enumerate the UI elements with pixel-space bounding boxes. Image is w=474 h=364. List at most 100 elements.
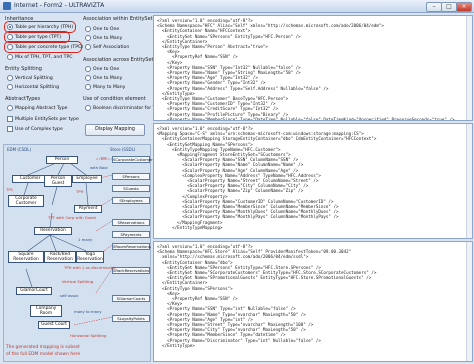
minimize-icon[interactable]: – bbox=[426, 2, 442, 12]
multiple-entitysets-checkbox[interactable]: Multiple EntitySets per type bbox=[7, 116, 79, 122]
multiple-entitysets-check[interactable] bbox=[7, 116, 13, 122]
option-horizontal-splitting-label: Horizontal Splitting bbox=[15, 84, 60, 90]
note-tpt: TPT bbox=[100, 156, 107, 161]
maximize-icon[interactable]: □ bbox=[441, 2, 457, 12]
option-assoc-one-to-one-label: One to One bbox=[93, 26, 120, 32]
csdl-xml-pane[interactable]: <?xml version="1.0" encoding="utf-8"?> <… bbox=[153, 15, 473, 121]
option-boolean-discriminator-label: Boolean discriminator for TPH bbox=[93, 105, 162, 111]
note-tpt-corp-guest: TPT with Corp with Guest bbox=[48, 215, 96, 220]
csdl-xml-line: <Property Name="MemberSince" Type="DateT… bbox=[167, 116, 455, 121]
app-window: Internet - Form2 - ULTRAVIZTA – □ × Inhe… bbox=[0, 0, 474, 364]
complex-type-label: Use of Complex type bbox=[15, 126, 63, 132]
radio-across-one-to-many[interactable] bbox=[85, 75, 91, 81]
diagram-ssdl-label: Store (SSDL) bbox=[110, 147, 136, 152]
option-assoc-one-to-many-label: One to Many bbox=[93, 35, 123, 41]
option-across-one-to-many[interactable]: One to Many bbox=[85, 75, 122, 81]
option-boolean-discriminator[interactable]: Boolean discriminator for TPH bbox=[85, 105, 162, 111]
table-srackreservations[interactable]: SRackReservations bbox=[112, 267, 150, 274]
radio-mapping-abstract[interactable] bbox=[7, 105, 13, 111]
window-title: Internet - Form2 - ULTRAVIZTA bbox=[14, 2, 105, 9]
association-entityset-label: Association within EntitySet bbox=[83, 16, 153, 22]
entity-splitting-label: Entity Splitting bbox=[5, 66, 42, 72]
entity-person[interactable]: Person bbox=[46, 156, 78, 164]
option-self-association-label: Self Association bbox=[93, 44, 130, 50]
radio-vertical-splitting[interactable] bbox=[7, 75, 13, 81]
radio-boolean-discriminator[interactable] bbox=[85, 105, 91, 111]
table-sreservations[interactable]: SReservations bbox=[112, 219, 150, 226]
msl-xml-line: </EntityTypeMapping> bbox=[172, 224, 223, 230]
table-sloyaltypoints[interactable]: SLoyaltyPoints bbox=[112, 315, 150, 322]
ssdl-scrollbar[interactable] bbox=[466, 242, 472, 361]
option-across-one-to-one-label: One to One bbox=[93, 66, 120, 72]
entity-glamor-court[interactable]: GlamorCourt bbox=[16, 287, 52, 295]
option-mix-label: Mix of TPH, TPT, and TPC bbox=[15, 54, 73, 60]
diagram-caption-line1: The generated mapping is subset bbox=[6, 345, 80, 350]
table-spayments[interactable]: SPayments bbox=[112, 231, 150, 238]
option-self-association[interactable]: Self Association bbox=[85, 44, 129, 50]
radio-mix[interactable] bbox=[7, 54, 13, 60]
note-tpc: TPC bbox=[6, 187, 14, 192]
title-bar: Internet - Form2 - ULTRAVIZTA – □ × bbox=[0, 0, 474, 13]
table-sguests[interactable]: SGuests bbox=[112, 185, 150, 192]
option-across-one-to-one[interactable]: One to One bbox=[85, 66, 119, 72]
entity-reservation[interactable]: Reservation bbox=[34, 227, 72, 235]
msl-xml-pane[interactable]: <?xml version="1.0" encoding="utf-8"?> <… bbox=[153, 123, 473, 239]
table-semployees[interactable]: SEmployees bbox=[112, 197, 150, 204]
app-icon bbox=[3, 2, 11, 10]
radio-horizontal-splitting[interactable] bbox=[7, 84, 13, 90]
complex-type-checkbox[interactable]: Use of Complex type bbox=[7, 126, 63, 132]
entity-employee[interactable]: Employee bbox=[72, 175, 102, 183]
table-spersons[interactable]: SPersons bbox=[112, 173, 150, 180]
radio-assoc-one-to-many[interactable] bbox=[85, 35, 91, 41]
entity-guest-court[interactable]: Guest Court bbox=[38, 321, 70, 329]
highlight-tpc bbox=[4, 41, 82, 53]
use-condition-label: Use of condition element bbox=[83, 96, 146, 102]
entity-customer[interactable]: Customer bbox=[12, 175, 48, 183]
radio-self-association[interactable] bbox=[85, 44, 91, 50]
radio-many-to-many[interactable] bbox=[85, 84, 91, 90]
table-scorporatecustomers[interactable]: SCorporateCustomers bbox=[112, 156, 155, 163]
note-tph: TPH bbox=[76, 189, 84, 194]
option-horizontal-splitting[interactable]: Horizontal Splitting bbox=[7, 84, 59, 90]
display-mapping-button[interactable]: Display Mapping bbox=[85, 124, 145, 136]
note-many-to-many: many to many bbox=[74, 309, 102, 314]
entity-rack-bed-reservation[interactable]: Rack/Bed Reservation bbox=[44, 251, 76, 263]
option-assoc-one-to-one[interactable]: One to One bbox=[85, 26, 119, 32]
csdl-xml-text: <?xml version="1.0" encoding="utf-8"?> <… bbox=[154, 16, 472, 121]
note-tph-discriminator: TPH with 1 as discriminator bbox=[64, 265, 117, 270]
option-vertical-splitting-label: Vertical Splitting bbox=[15, 75, 53, 81]
option-across-one-to-many-label: One to Many bbox=[93, 75, 123, 81]
note-vertical-splitting: Vertical Splitting bbox=[62, 279, 94, 284]
note-one-many: 1 many bbox=[78, 237, 93, 242]
option-mapping-abstract-label: Mapping Abstract Type bbox=[15, 105, 68, 111]
abstract-types-label: AbstractTypes bbox=[5, 96, 41, 102]
entity-yoga-reservation[interactable]: Yoga Reservation bbox=[76, 251, 104, 263]
radio-across-one-to-one[interactable] bbox=[85, 66, 91, 72]
option-vertical-splitting[interactable]: Vertical Splitting bbox=[7, 75, 53, 81]
entity-person-guest[interactable]: Person Guest bbox=[44, 175, 72, 187]
msl-xml-text: <?xml version="1.0" encoding="utf-8"?> <… bbox=[154, 124, 472, 232]
option-mix[interactable]: Mix of TPH, TPT, and TPC bbox=[7, 54, 72, 60]
entity-company-room[interactable]: Company Room bbox=[30, 305, 62, 317]
complex-type-check[interactable] bbox=[7, 126, 13, 132]
option-assoc-one-to-many[interactable]: One to Many bbox=[85, 35, 122, 41]
note-self-assoc: self assoc bbox=[60, 293, 79, 298]
csdl-scrollbar[interactable] bbox=[466, 16, 472, 120]
diagram-caption-line2: of the full EDM model shown here bbox=[6, 352, 81, 357]
option-many-to-many-label: Many to Many bbox=[93, 84, 126, 90]
option-many-to-many[interactable]: Many to Many bbox=[85, 84, 125, 90]
entity-square-reservation[interactable]: Square Reservation bbox=[8, 251, 44, 263]
association-across-label: Association across EntitySets bbox=[83, 57, 157, 63]
ssdl-xml-pane[interactable]: <?xml version="1.0" encoding="utf-8"?> <… bbox=[153, 241, 473, 362]
ssdl-xml-line: </EntityType> bbox=[162, 342, 195, 348]
close-icon[interactable]: × bbox=[456, 2, 472, 12]
entity-payment[interactable]: Payment bbox=[74, 205, 102, 213]
edm-diagram: EDM (CSDL) Store (SSDL) Person Customer … bbox=[3, 144, 155, 362]
table-sroomreservations[interactable]: SRoomReservations bbox=[112, 243, 151, 250]
msl-scrollbar[interactable] bbox=[466, 124, 472, 238]
radio-assoc-one-to-one[interactable] bbox=[85, 26, 91, 32]
table-sglamorcourts[interactable]: SGlamorCourts bbox=[112, 295, 150, 302]
entity-corporate-customer[interactable]: Corporate Customer bbox=[8, 195, 44, 207]
multiple-entitysets-label: Multiple EntitySets per type bbox=[15, 116, 79, 122]
option-mapping-abstract[interactable]: Mapping Abstract Type bbox=[7, 105, 67, 111]
